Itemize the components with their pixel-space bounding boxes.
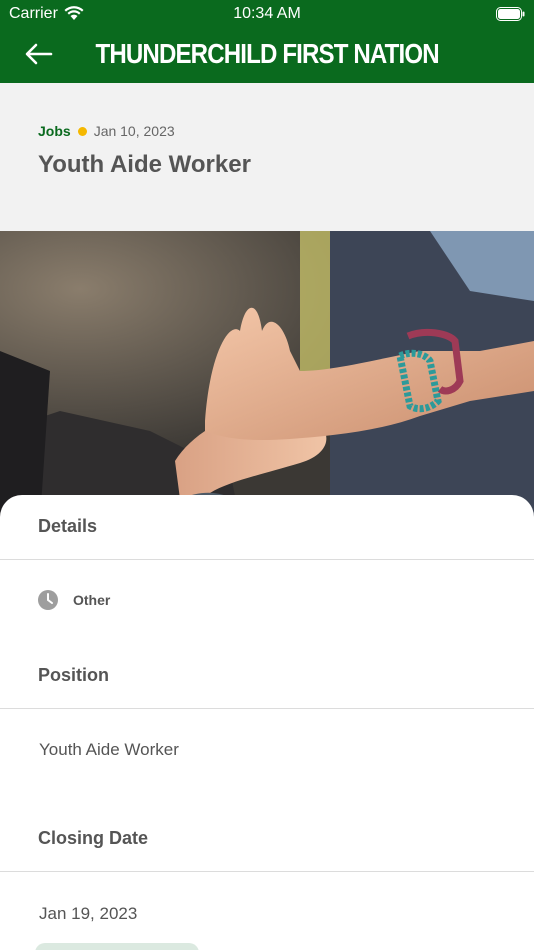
details-heading-row: Details bbox=[0, 495, 534, 560]
job-type-label: Other bbox=[73, 592, 111, 608]
position-heading: Position bbox=[38, 665, 109, 685]
hands-photo bbox=[0, 231, 534, 521]
battery-icon bbox=[496, 7, 525, 21]
app-title: THUNDERCHILD FIRST NATION bbox=[95, 38, 440, 69]
separator-dot bbox=[77, 126, 87, 136]
apply-button[interactable] bbox=[35, 943, 199, 950]
post-title: Youth Aide Worker bbox=[38, 151, 251, 178]
status-bar: Carrier 10:34 AM bbox=[0, 0, 534, 28]
closing-date-heading: Closing Date bbox=[38, 828, 149, 848]
category-label[interactable]: Jobs bbox=[38, 123, 71, 139]
details-heading: Details bbox=[38, 516, 98, 536]
closing-date-value: Jan 19, 2023 bbox=[39, 904, 138, 923]
hero-image bbox=[0, 231, 534, 521]
position-value: Youth Aide Worker bbox=[39, 740, 179, 759]
clock-icon bbox=[38, 590, 58, 610]
job-type-row: Other bbox=[38, 590, 110, 610]
clock-time: 10:34 AM bbox=[233, 5, 301, 22]
closing-date-heading-row: Closing Date bbox=[0, 807, 534, 872]
post-date: Jan 10, 2023 bbox=[93, 123, 175, 139]
app-header: Carrier 10:34 AM THUNDERCHILD FIRST NATI… bbox=[0, 0, 534, 83]
position-heading-row: Position bbox=[0, 644, 534, 709]
post-meta: Jobs Jan 10, 2023 bbox=[38, 123, 175, 139]
details-card: Details Other Position Youth Aide Worker… bbox=[0, 495, 534, 950]
post-intro: Jobs Jan 10, 2023 Youth Aide Worker bbox=[0, 83, 534, 231]
